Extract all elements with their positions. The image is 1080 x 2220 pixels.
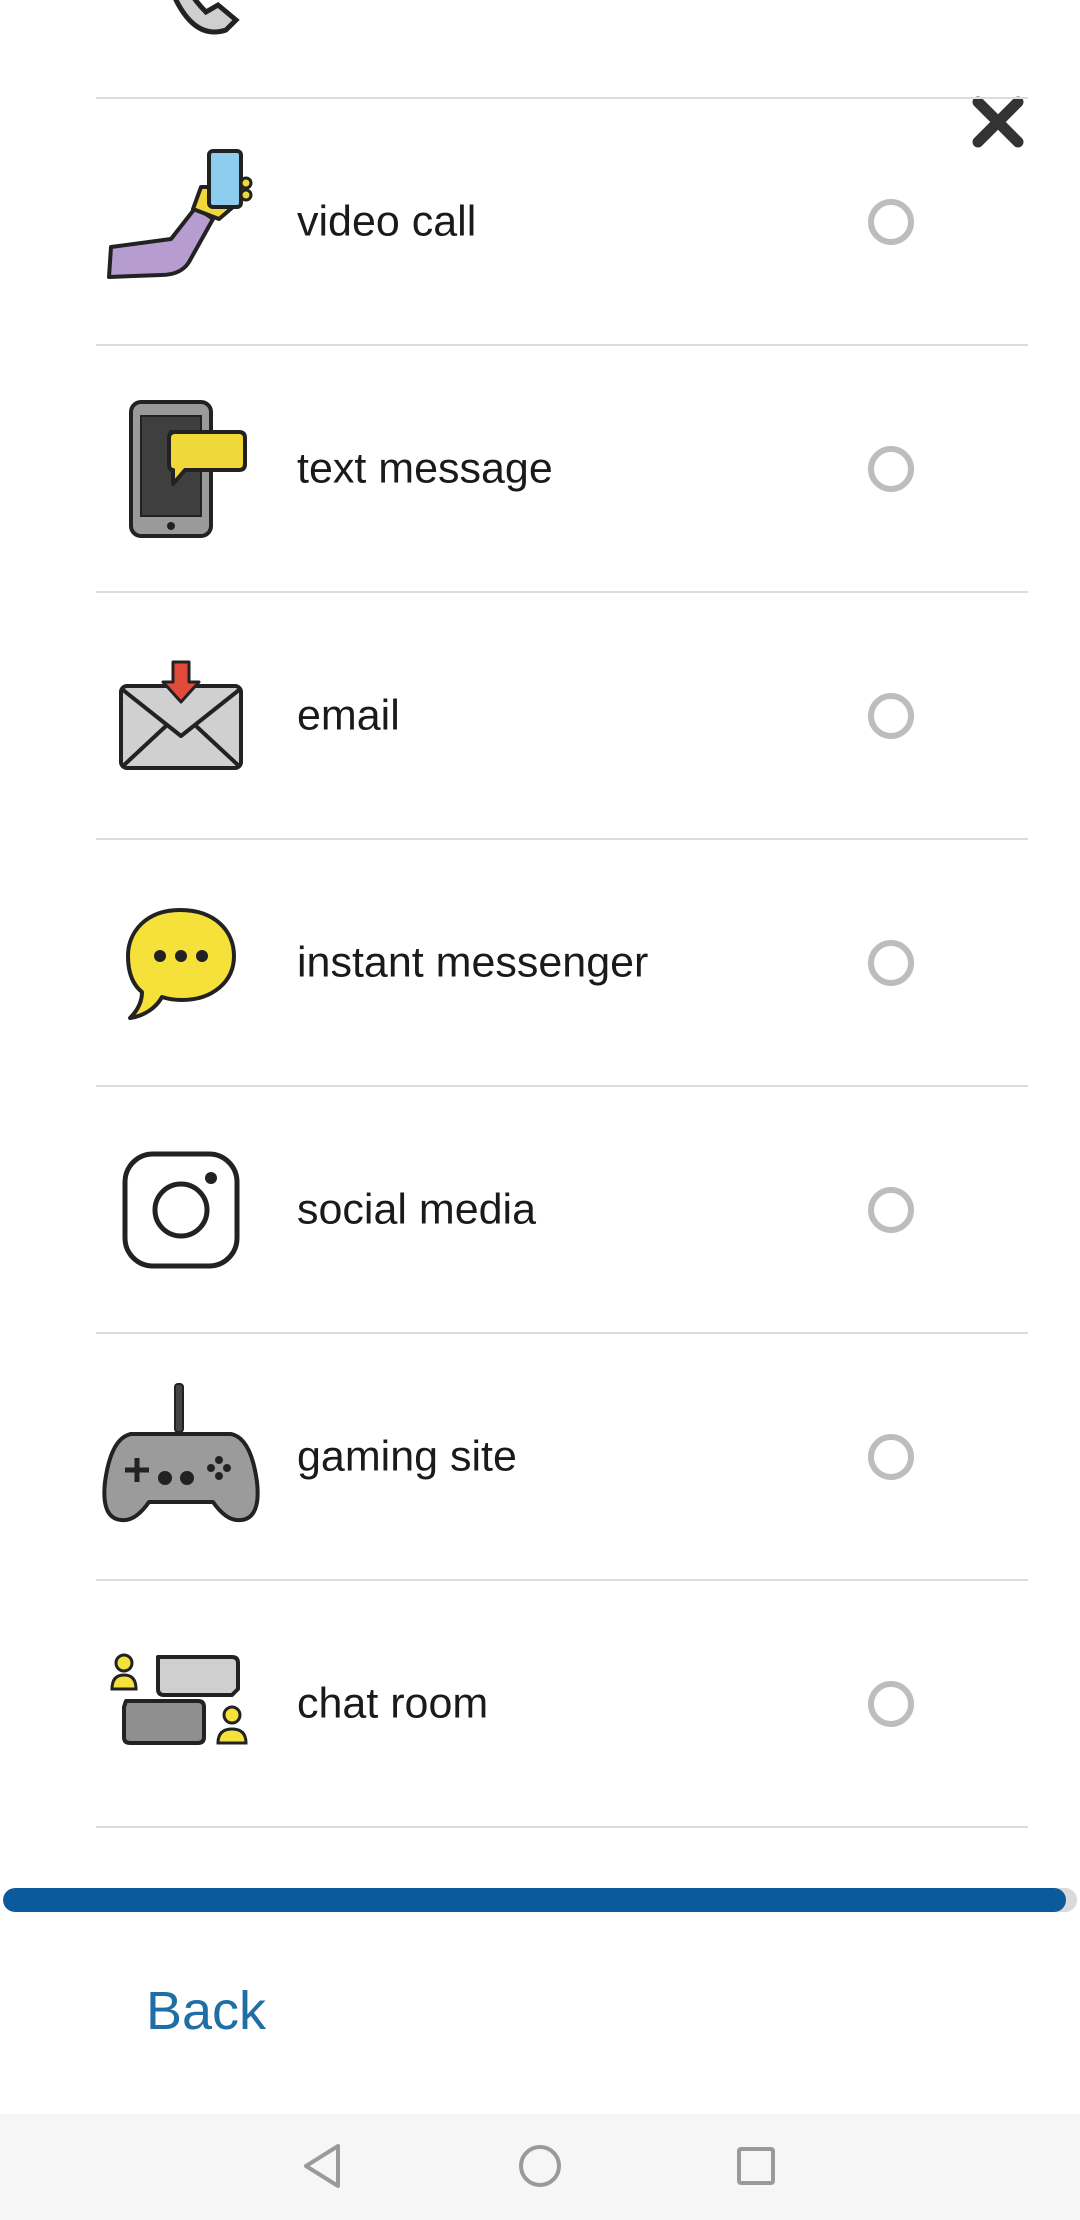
list-item[interactable]: instant messenger xyxy=(96,840,1028,1087)
phone-call-icon xyxy=(101,0,261,50)
radio-button[interactable] xyxy=(868,1186,914,1233)
back-button[interactable]: Back xyxy=(146,1980,266,2042)
list-item[interactable]: social media xyxy=(96,1087,1028,1334)
option-label: video call xyxy=(297,197,477,245)
social-media-icon xyxy=(101,1135,261,1285)
nav-home-button[interactable] xyxy=(510,2136,570,2196)
system-nav-bar xyxy=(0,2114,1080,2220)
radio-button[interactable] xyxy=(868,1433,914,1480)
option-label: gaming site xyxy=(297,1432,517,1480)
option-label: text message xyxy=(297,444,553,492)
radio-button[interactable] xyxy=(868,692,914,739)
nav-recents-button[interactable] xyxy=(726,2136,786,2196)
radio-button[interactable] xyxy=(868,198,914,245)
nav-back-button[interactable] xyxy=(292,2136,352,2196)
list-item[interactable]: text message xyxy=(96,346,1028,593)
progress-bar xyxy=(3,1888,1077,1912)
gaming-site-icon xyxy=(101,1382,261,1532)
radio-button[interactable] xyxy=(868,445,914,492)
list-item[interactable]: video call xyxy=(96,99,1028,346)
video-call-icon xyxy=(101,147,261,297)
list-item[interactable]: email xyxy=(96,593,1028,840)
option-list: video call text message email instant me… xyxy=(96,0,1028,1828)
list-item[interactable]: chat room xyxy=(96,1581,1028,1828)
square-recents-icon xyxy=(737,2147,775,2185)
option-label: email xyxy=(297,691,400,739)
list-item[interactable] xyxy=(96,0,1028,99)
progress-fill xyxy=(3,1888,1067,1912)
text-message-icon xyxy=(101,394,261,544)
option-label: instant messenger xyxy=(297,938,649,986)
email-icon xyxy=(101,641,261,791)
option-label: social media xyxy=(297,1185,536,1233)
list-item[interactable]: gaming site xyxy=(96,1334,1028,1581)
instant-messenger-icon xyxy=(101,888,261,1038)
radio-button[interactable] xyxy=(868,939,914,986)
option-label: chat room xyxy=(297,1679,489,1727)
triangle-back-icon xyxy=(304,2144,340,2188)
chat-room-icon xyxy=(101,1629,261,1779)
circle-home-icon xyxy=(519,2145,561,2187)
radio-button[interactable] xyxy=(868,1680,914,1727)
